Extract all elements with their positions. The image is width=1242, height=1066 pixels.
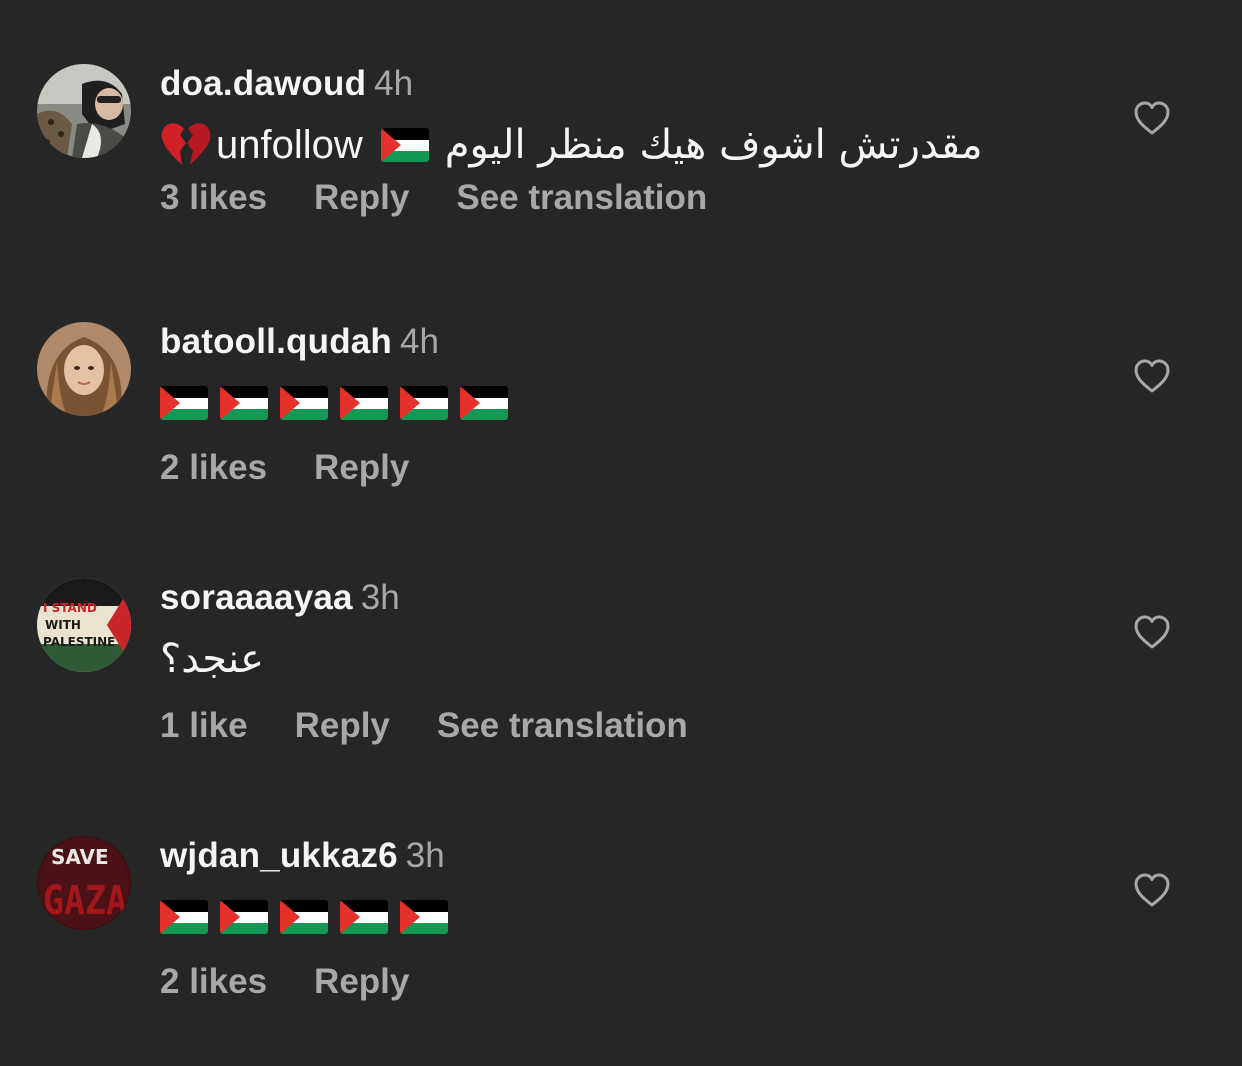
avatar[interactable]: I STAND WITH PALESTINE — [37, 578, 131, 672]
likes-count[interactable]: 2 likes — [160, 448, 267, 487]
timestamp: 3h — [360, 578, 400, 617]
comment-header: wjdan_ukkaz6 3h — [160, 836, 445, 876]
username[interactable]: soraaaayaa — [160, 578, 353, 617]
see-translation-button[interactable]: See translation — [437, 706, 688, 745]
avatar-badge-text: SAVE — [51, 845, 109, 869]
palestine-flag-icon — [280, 900, 328, 934]
broken-heart-icon — [161, 123, 211, 165]
palestine-flag-icon — [340, 900, 388, 934]
comment-header: batooll.qudah 4h — [160, 322, 439, 362]
timestamp: 4h — [400, 322, 439, 361]
avatar-badge-text: PALESTINE — [43, 635, 115, 649]
comment-text-arabic: عنجد؟ — [160, 636, 264, 682]
like-heart-icon[interactable] — [1133, 358, 1171, 394]
username[interactable]: batooll.qudah — [160, 322, 392, 361]
palestine-flag-icon — [220, 386, 268, 420]
avatar[interactable]: SAVE GAZA — [37, 836, 131, 930]
username[interactable]: wjdan_ukkaz6 — [160, 836, 398, 875]
like-heart-icon[interactable] — [1133, 872, 1171, 908]
avatar-badge-text: WITH — [45, 618, 81, 632]
see-translation-button[interactable]: See translation — [456, 178, 707, 217]
palestine-flag-icon — [380, 128, 429, 162]
comment-text: unfollow مقدرتش اشوف هيك منظر اليوم — [160, 120, 983, 170]
palestine-flag-icon — [400, 386, 448, 420]
comment-item: I STAND WITH PALESTINE soraaaayaa 3h عنجد… — [0, 578, 1242, 808]
comment-actions: 2 likes Reply — [160, 448, 456, 488]
likes-count[interactable]: 2 likes — [160, 962, 267, 1001]
avatar-badge-text: GAZA — [43, 878, 127, 924]
palestine-flag-icon — [460, 386, 508, 420]
avatar-badge-text: I STAND — [43, 601, 97, 615]
palestine-flag-icon — [400, 900, 448, 934]
palestine-flag-icon — [220, 900, 268, 934]
reply-button[interactable]: Reply — [314, 448, 409, 487]
comment-text — [160, 378, 520, 428]
username[interactable]: doa.dawoud — [160, 64, 366, 103]
comment-text-latin: unfollow — [216, 123, 363, 167]
like-heart-icon[interactable] — [1133, 614, 1171, 650]
comment-actions: 3 likes Reply See translation — [160, 178, 754, 218]
avatar[interactable] — [37, 64, 131, 158]
comment-item: batooll.qudah 4h 2 likes Reply — [0, 322, 1242, 552]
avatar[interactable] — [37, 322, 131, 416]
palestine-flag-icon — [280, 386, 328, 420]
comment-header: soraaaayaa 3h — [160, 578, 400, 618]
palestine-flag-icon — [340, 386, 388, 420]
comment-item: SAVE GAZA wjdan_ukkaz6 3h 2 likes Reply — [0, 836, 1242, 1066]
likes-count[interactable]: 3 likes — [160, 178, 267, 217]
palestine-flag-icon — [160, 386, 208, 420]
comment-actions: 1 like Reply See translation — [160, 706, 735, 746]
reply-button[interactable]: Reply — [314, 178, 409, 217]
likes-count[interactable]: 1 like — [160, 706, 248, 745]
comment-actions: 2 likes Reply — [160, 962, 456, 1002]
comment-text-arabic: مقدرتش اشوف هيك منظر اليوم — [444, 122, 983, 168]
reply-button[interactable]: Reply — [295, 706, 390, 745]
timestamp: 3h — [405, 836, 445, 875]
comment-item: doa.dawoud 4h unfollow مقدرتش اشوف هيك من… — [0, 64, 1242, 294]
palestine-flag-icon — [160, 900, 208, 934]
comment-text — [160, 892, 460, 942]
comment-header: doa.dawoud 4h — [160, 64, 413, 104]
timestamp: 4h — [374, 64, 414, 103]
comment-text: عنجد؟ — [160, 634, 264, 684]
like-heart-icon[interactable] — [1133, 100, 1171, 136]
reply-button[interactable]: Reply — [314, 962, 409, 1001]
